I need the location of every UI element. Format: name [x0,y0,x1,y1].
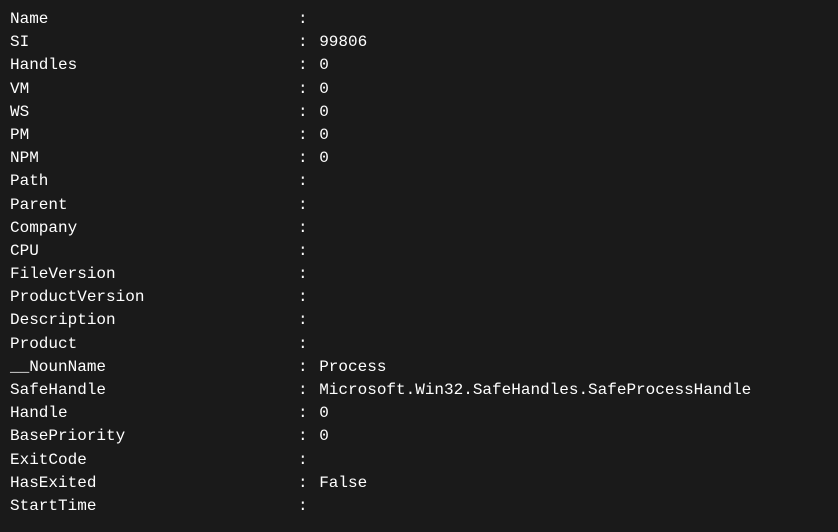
property-name: SI [10,31,298,54]
separator: : [298,124,317,147]
separator: : [298,194,317,217]
separator: : [298,402,317,425]
property-value: Microsoft.Win32.SafeHandles.SafeProcessH… [317,379,751,402]
separator: : [298,286,317,309]
property-name: __NounName [10,356,298,379]
property-value: 0 [317,402,329,425]
property-name: Name [10,8,298,31]
property-name: WS [10,101,298,124]
output-row: PM: 0 [10,124,828,147]
property-value: 0 [317,54,329,77]
property-name: Company [10,217,298,240]
separator: : [298,472,317,495]
output-row: WS: 0 [10,101,828,124]
property-name: FileVersion [10,263,298,286]
property-name: ExitCode [10,449,298,472]
output-row: HasExited: False [10,472,828,495]
separator: : [298,495,317,518]
property-value: 0 [317,78,329,101]
property-name: Path [10,170,298,193]
property-value: 0 [317,101,329,124]
property-value [317,240,319,263]
property-value [317,309,319,332]
output-row: __NounName: Process [10,356,828,379]
separator: : [298,217,317,240]
property-name: Handle [10,402,298,425]
property-value: 0 [317,124,329,147]
property-value: Process [317,356,386,379]
property-value: 99806 [317,31,367,54]
property-value: 0 [317,147,329,170]
separator: : [298,8,317,31]
property-name: Description [10,309,298,332]
separator: : [298,101,317,124]
output-row: Product: [10,333,828,356]
property-value [317,8,319,31]
separator: : [298,333,317,356]
output-row: Name: [10,8,828,31]
property-name: CPU [10,240,298,263]
property-name: SafeHandle [10,379,298,402]
separator: : [298,54,317,77]
output-row: SafeHandle: Microsoft.Win32.SafeHandles.… [10,379,828,402]
property-name: Handles [10,54,298,77]
property-value [317,286,319,309]
property-value: 0 [317,425,329,448]
output-row: Parent: [10,194,828,217]
output-row: Path: [10,170,828,193]
output-row: VM: 0 [10,78,828,101]
output-row: ProductVersion: [10,286,828,309]
property-value [317,194,319,217]
property-value: False [317,472,367,495]
output-row: CPU: [10,240,828,263]
property-name: Parent [10,194,298,217]
property-name: StartTime [10,495,298,518]
separator: : [298,379,317,402]
output-row: Company: [10,217,828,240]
separator: : [298,425,317,448]
separator: : [298,78,317,101]
property-name: HasExited [10,472,298,495]
output-row: SI: 99806 [10,31,828,54]
output-row: ExitCode: [10,449,828,472]
separator: : [298,170,317,193]
separator: : [298,356,317,379]
output-row: NPM: 0 [10,147,828,170]
property-value [317,495,319,518]
output-row: StartTime: [10,495,828,518]
separator: : [298,240,317,263]
output-row: Description: [10,309,828,332]
output-row: Handles: 0 [10,54,828,77]
property-value [317,449,319,472]
output-row: BasePriority: 0 [10,425,828,448]
output-row: FileVersion: [10,263,828,286]
property-name: PM [10,124,298,147]
separator: : [298,31,317,54]
property-name: BasePriority [10,425,298,448]
property-value [317,263,319,286]
property-name: NPM [10,147,298,170]
output-row: Handle: 0 [10,402,828,425]
terminal-output: Name: SI: 99806Handles: 0VM: 0WS: 0PM: 0… [10,8,828,518]
separator: : [298,147,317,170]
separator: : [298,263,317,286]
property-value [317,333,319,356]
property-name: ProductVersion [10,286,298,309]
separator: : [298,449,317,472]
separator: : [298,309,317,332]
property-name: Product [10,333,298,356]
property-name: VM [10,78,298,101]
property-value [317,217,319,240]
property-value [317,170,319,193]
